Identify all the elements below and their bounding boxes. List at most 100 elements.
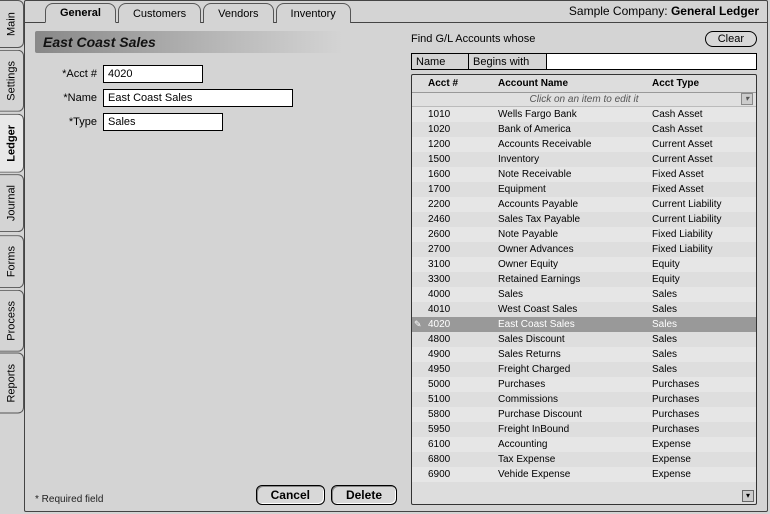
table-row[interactable]: 1020Bank of AmericaCash Asset (412, 122, 756, 137)
cell-type: Fixed Asset (652, 184, 752, 195)
company-title: Sample Company: General Ledger (569, 4, 759, 18)
cell-type: Fixed Liability (652, 229, 752, 240)
table-row[interactable]: 1600Note ReceivableFixed Asset (412, 167, 756, 182)
sidebar-tab-journal[interactable]: Journal (0, 174, 24, 232)
cell-type: Purchases (652, 409, 752, 420)
cell-acct: 3300 (428, 274, 498, 285)
cell-acct: 1700 (428, 184, 498, 195)
cell-type: Sales (652, 304, 752, 315)
sidebar-tab-ledger[interactable]: Ledger (0, 114, 24, 173)
tab-vendors[interactable]: Vendors (203, 3, 273, 23)
cell-type: Sales (652, 364, 752, 375)
cell-name: Purchases (498, 379, 652, 390)
cell-acct: 4000 (428, 289, 498, 300)
tab-general[interactable]: General (45, 3, 116, 23)
table-row[interactable]: ✎4020East Coast SalesSales (412, 317, 756, 332)
cell-acct: 2600 (428, 229, 498, 240)
sidebar-tab-reports[interactable]: Reports (0, 353, 24, 414)
table-row[interactable]: 1500InventoryCurrent Asset (412, 152, 756, 167)
top-tab-row: GeneralCustomersVendorsInventory Sample … (25, 1, 767, 23)
clear-button[interactable]: Clear (705, 31, 757, 47)
table-row[interactable]: 3300Retained EarningsEquity (412, 272, 756, 287)
table-row[interactable]: 4800Sales DiscountSales (412, 332, 756, 347)
table-row[interactable]: 4000SalesSales (412, 287, 756, 302)
cell-acct: 1600 (428, 169, 498, 180)
cell-name: Commissions (498, 394, 652, 405)
sidebar-tab-main[interactable]: Main (0, 0, 24, 48)
table-row[interactable]: 2600Note PayableFixed Liability (412, 227, 756, 242)
acct-number-input[interactable] (103, 65, 203, 83)
cell-name: Owner Equity (498, 259, 652, 270)
cell-acct: 5800 (428, 409, 498, 420)
table-row[interactable]: 6800Tax ExpenseExpense (412, 452, 756, 467)
cell-name: Accounting (498, 439, 652, 450)
cell-type: Purchases (652, 379, 752, 390)
cell-acct: 6100 (428, 439, 498, 450)
table-row[interactable]: 5950Freight InBoundPurchases (412, 422, 756, 437)
cell-type: Current Asset (652, 139, 752, 150)
table-row[interactable]: 3100Owner EquityEquity (412, 257, 756, 272)
tab-inventory[interactable]: Inventory (276, 3, 351, 23)
cell-name: Sales Tax Payable (498, 214, 652, 225)
table-row[interactable]: 5800Purchase DiscountPurchases (412, 407, 756, 422)
cell-type: Cash Asset (652, 124, 752, 135)
cell-name: Sales (498, 289, 652, 300)
sidebar-tab-process[interactable]: Process (0, 290, 24, 352)
cell-name: Sales Returns (498, 349, 652, 360)
filter-row: Name Begins with (411, 53, 757, 70)
cell-name: Purchase Discount (498, 409, 652, 420)
table-row[interactable]: 1700EquipmentFixed Asset (412, 182, 756, 197)
header-acct[interactable]: Acct # (428, 78, 498, 89)
filter-op-select[interactable]: Begins with (469, 53, 547, 70)
table-row[interactable]: 2700Owner AdvancesFixed Liability (412, 242, 756, 257)
tab-customers[interactable]: Customers (118, 3, 201, 23)
table-row[interactable]: 1200Accounts ReceivableCurrent Asset (412, 137, 756, 152)
account-name-input[interactable] (103, 89, 293, 107)
cell-name: Accounts Receivable (498, 139, 652, 150)
cell-name: Freight Charged (498, 364, 652, 375)
header-name[interactable]: Account Name (498, 78, 652, 89)
cell-acct: 6900 (428, 469, 498, 480)
cell-name: West Coast Sales (498, 304, 652, 315)
cell-type: Cash Asset (652, 109, 752, 120)
sidebar-tab-settings[interactable]: Settings (0, 50, 24, 112)
table-row[interactable]: 4010West Coast SalesSales (412, 302, 756, 317)
table-row[interactable]: 2200Accounts PayableCurrent Liability (412, 197, 756, 212)
cell-type: Sales (652, 289, 752, 300)
delete-button[interactable]: Delete (331, 485, 397, 505)
form-buttons: Cancel Delete (256, 485, 397, 505)
company-prefix: Sample Company: (569, 4, 668, 18)
cell-name: Accounts Payable (498, 199, 652, 210)
account-type-input[interactable] (103, 113, 223, 131)
cell-acct: 4900 (428, 349, 498, 360)
find-label: Find G/L Accounts whose (411, 33, 535, 45)
accounts-table: Acct # Account Name Acct Type Click on a… (411, 74, 757, 505)
cancel-button[interactable]: Cancel (256, 485, 325, 505)
sort-icon[interactable]: ▾ (741, 93, 753, 105)
sidebar-tabs: MainSettingsLedgerJournal FormsProcessRep… (0, 0, 24, 514)
table-row[interactable]: 1010Wells Fargo BankCash Asset (412, 107, 756, 122)
cell-type: Fixed Asset (652, 169, 752, 180)
table-row[interactable]: 4950Freight ChargedSales (412, 362, 756, 377)
cell-type: Purchases (652, 394, 752, 405)
cell-name: Retained Earnings (498, 274, 652, 285)
filter-value-input[interactable] (547, 53, 757, 70)
table-row[interactable]: 6900Vehide ExpenseExpense (412, 467, 756, 482)
cell-name: Tax Expense (498, 454, 652, 465)
cell-name: Freight InBound (498, 424, 652, 435)
table-row[interactable]: 2460Sales Tax PayableCurrent Liability (412, 212, 756, 227)
filter-field-select[interactable]: Name (411, 53, 469, 70)
cell-name: Wells Fargo Bank (498, 109, 652, 120)
table-row[interactable]: 4900Sales ReturnsSales (412, 347, 756, 362)
table-row[interactable]: 5100CommissionsPurchases (412, 392, 756, 407)
cell-name: Inventory (498, 154, 652, 165)
table-row[interactable]: 5000PurchasesPurchases (412, 377, 756, 392)
edit-marker-icon: ✎ (414, 319, 424, 329)
sidebar-tab-forms[interactable]: Forms (0, 235, 24, 288)
scroll-down-icon[interactable]: ▾ (742, 490, 754, 502)
acct-label: *Acct # (35, 68, 103, 80)
cell-type: Current Liability (652, 199, 752, 210)
table-row[interactable]: 6100AccountingExpense (412, 437, 756, 452)
header-type[interactable]: Acct Type (652, 78, 752, 89)
cell-type: Expense (652, 454, 752, 465)
